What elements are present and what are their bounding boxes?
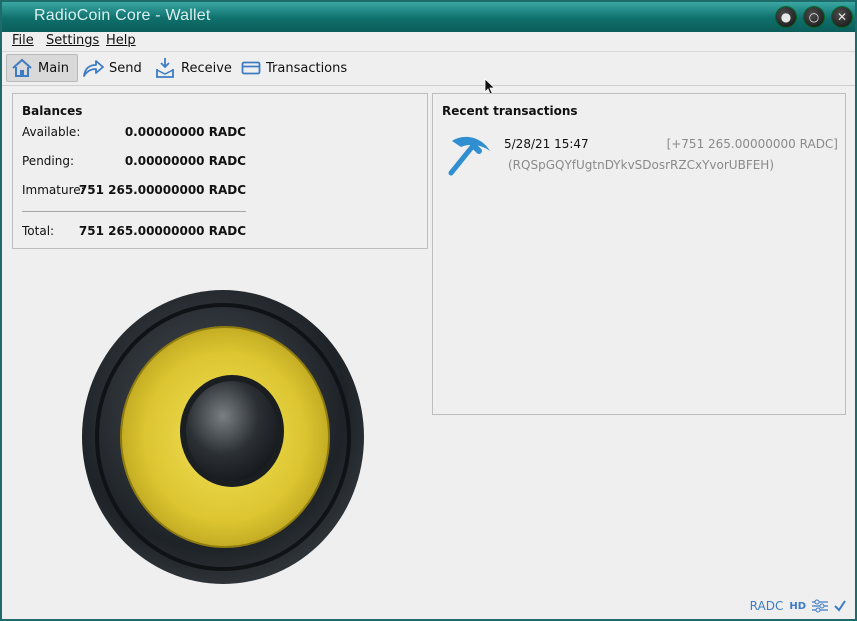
menu-settings[interactable]: Settings	[46, 33, 99, 48]
menu-file-label: File	[12, 33, 34, 48]
menu-bar: File Settings Help	[2, 32, 855, 51]
immature-value[interactable]: 751 265.00000000 RADC	[73, 183, 246, 197]
transactions-card-icon	[241, 61, 261, 75]
sync-check-icon	[834, 600, 846, 612]
tab-transactions[interactable]: Transactions	[241, 54, 347, 82]
balances-panel: Balances Available: 0.00000000 RADC Pend…	[12, 93, 428, 249]
tab-send-label: Send	[109, 60, 142, 76]
tab-main-label: Main	[38, 60, 70, 76]
menu-help[interactable]: Help	[106, 33, 136, 48]
menu-settings-label: Settings	[46, 33, 100, 48]
available-label: Available:	[22, 125, 81, 139]
hd-badge: HD	[789, 600, 806, 612]
tab-send[interactable]: Send	[82, 54, 142, 82]
available-value[interactable]: 0.00000000 RADC	[73, 125, 246, 139]
balances-title: Balances	[22, 104, 83, 118]
tab-receive[interactable]: Receive	[154, 54, 232, 82]
status-unit[interactable]: RADC	[750, 599, 784, 613]
pending-value[interactable]: 0.00000000 RADC	[73, 154, 246, 168]
menu-file[interactable]: File	[12, 33, 34, 48]
minimize-button[interactable]: ●	[776, 7, 796, 27]
network-activity-icon	[812, 599, 828, 613]
transaction-date: 5/28/21 15:47	[504, 137, 589, 151]
send-arrow-icon	[83, 60, 104, 77]
recent-transactions-title: Recent transactions	[442, 104, 578, 118]
status-bar: RADC HD	[750, 599, 847, 613]
close-icon: ✕	[836, 10, 848, 24]
menu-help-label: Help	[106, 33, 136, 48]
balances-separator	[22, 211, 246, 212]
total-value[interactable]: 751 265.00000000 RADC	[73, 224, 246, 238]
transaction-amount: [+751 265.00000000 RADC]	[666, 137, 838, 151]
home-icon	[12, 58, 32, 77]
minimize-icon: ●	[780, 10, 792, 24]
toolbar: Main Send Receive Transactions	[2, 51, 855, 96]
close-button[interactable]: ✕	[832, 7, 852, 27]
transaction-item[interactable]: 5/28/21 15:47 [+751 265.00000000 RADC] (…	[433, 128, 845, 178]
maximize-icon: ○	[808, 10, 820, 24]
tab-transactions-label: Transactions	[266, 60, 348, 76]
title-bar[interactable]: RadioCoin Core - Wallet ● ○ ✕	[2, 2, 855, 32]
tab-main[interactable]: Main	[6, 54, 78, 82]
tab-receive-label: Receive	[181, 60, 232, 76]
total-label: Total:	[22, 224, 55, 238]
maximize-button[interactable]: ○	[804, 7, 824, 27]
wallet-window: RadioCoin Core - Wallet ● ○ ✕ File Setti…	[0, 0, 857, 621]
speaker-logo	[82, 290, 364, 584]
pending-label: Pending:	[22, 154, 75, 168]
pickaxe-icon	[448, 136, 490, 176]
receive-inbox-icon	[156, 58, 174, 78]
recent-transactions-panel: Recent transactions 5/28/21 15:47 [+751 …	[432, 93, 846, 415]
window-title: RadioCoin Core - Wallet	[34, 7, 211, 24]
transaction-address: (RQSpGQYfUgtnDYkvSDosrRZCxYvorUBFEH)	[508, 158, 775, 172]
